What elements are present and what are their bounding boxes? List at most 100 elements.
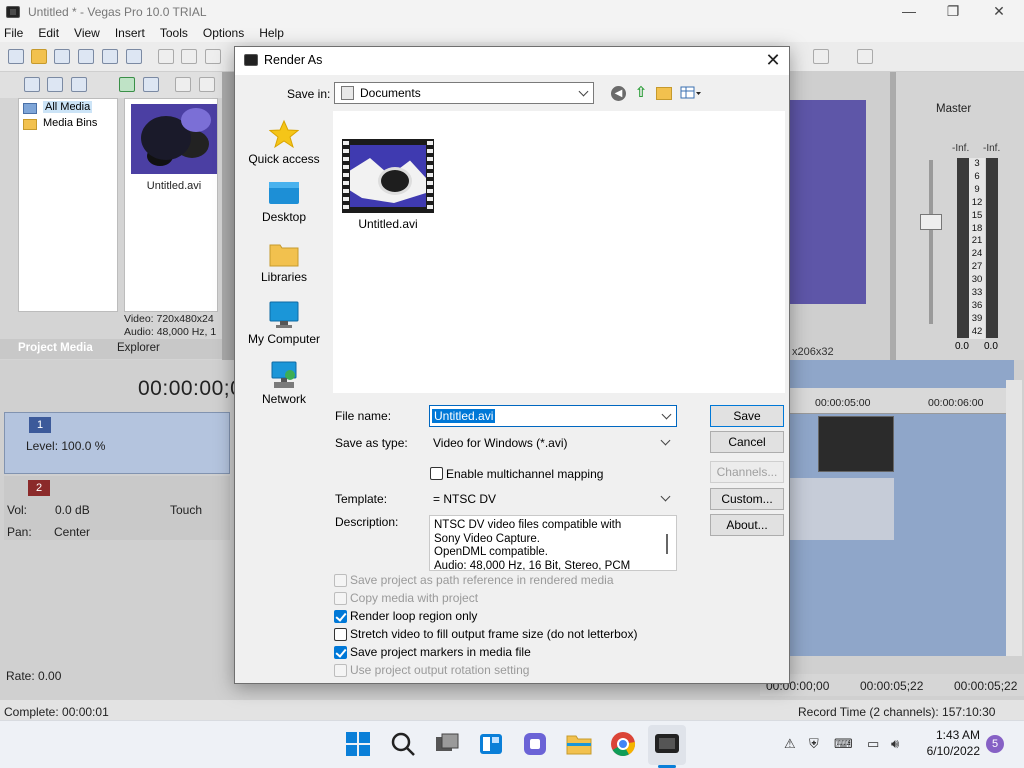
- custom-button[interactable]: Custom...: [710, 488, 784, 510]
- vegas-taskbar-icon[interactable]: [654, 731, 680, 757]
- cancel-button[interactable]: Cancel: [710, 431, 784, 453]
- save-as-type-dropdown[interactable]: Video for Windows (*.avi): [429, 432, 677, 454]
- audio-clip[interactable]: [790, 478, 894, 540]
- copy-icon[interactable]: [181, 49, 197, 64]
- maximize-button[interactable]: ❐: [930, 0, 976, 24]
- paste-icon[interactable]: [205, 49, 221, 64]
- file-name-value: Untitled.avi: [432, 409, 496, 423]
- menu-help[interactable]: Help: [259, 26, 284, 40]
- timeline-empty-area: [790, 540, 1014, 656]
- clock-date[interactable]: 6/10/2022: [916, 744, 980, 758]
- file-name-input[interactable]: Untitled.avi: [429, 405, 677, 427]
- documents-icon: [341, 86, 354, 100]
- volume-icon[interactable]: 🔊︎: [891, 736, 899, 752]
- description-box[interactable]: NTSC DV video files compatible with Sony…: [429, 515, 677, 571]
- teams-chat-icon[interactable]: [522, 731, 548, 757]
- place-libraries[interactable]: Libraries: [241, 241, 327, 284]
- place-quick-access[interactable]: Quick access: [241, 119, 327, 166]
- close-window-button[interactable]: ✕: [976, 0, 1022, 24]
- new-project-icon[interactable]: [8, 49, 24, 64]
- keyboard-icon[interactable]: ⌨: [834, 736, 853, 752]
- save-as-type-label: Save as type:: [335, 436, 408, 450]
- security-icon[interactable]: ⛨: [809, 736, 819, 752]
- copy-snapshot-icon[interactable]: [857, 49, 873, 64]
- menu-edit[interactable]: Edit: [38, 26, 59, 40]
- master-fader[interactable]: [920, 214, 942, 230]
- grid-icon[interactable]: [813, 49, 829, 64]
- clock-time[interactable]: 1:43 AM: [930, 728, 980, 742]
- widgets-icon[interactable]: [478, 731, 504, 757]
- remove-media-icon[interactable]: [175, 77, 191, 92]
- multichannel-checkbox[interactable]: [430, 467, 443, 480]
- get-media-icon[interactable]: [71, 77, 87, 92]
- render-option-label: Save project markers in media file: [350, 645, 531, 659]
- tab-explorer[interactable]: Explorer: [117, 342, 160, 354]
- template-dropdown[interactable]: = NTSC DV: [429, 488, 677, 510]
- search-icon[interactable]: [390, 731, 416, 757]
- media-tree: All Media Media Bins: [18, 98, 118, 312]
- master-value-right: 0.0: [984, 341, 998, 352]
- new-folder-icon[interactable]: [656, 87, 672, 100]
- video-clip[interactable]: [818, 416, 894, 472]
- chevron-down-icon[interactable]: [661, 409, 672, 420]
- render-option-checkbox[interactable]: [334, 574, 347, 587]
- render-icon[interactable]: [102, 49, 118, 64]
- task-view-icon[interactable]: [434, 731, 460, 757]
- tree-all-media[interactable]: All Media: [43, 101, 93, 113]
- computer-icon: [269, 301, 299, 328]
- tree-media-bins[interactable]: Media Bins: [43, 117, 97, 129]
- file-item-thumbnail[interactable]: [342, 139, 434, 213]
- up-folder-icon[interactable]: ⇧: [633, 85, 649, 101]
- place-network[interactable]: Network: [241, 361, 327, 406]
- minimize-button[interactable]: —: [886, 0, 932, 24]
- notification-badge[interactable]: 5: [986, 735, 1004, 753]
- dialog-close-button[interactable]: ✕: [761, 49, 785, 73]
- windows-start-icon[interactable]: [345, 731, 371, 757]
- capture-icon[interactable]: [47, 77, 63, 92]
- about-button[interactable]: About...: [710, 514, 784, 536]
- render-option-checkbox[interactable]: [334, 664, 347, 677]
- menu-view[interactable]: View: [74, 26, 100, 40]
- menu-file[interactable]: File: [4, 26, 23, 40]
- chrome-icon[interactable]: [610, 731, 636, 757]
- meter-tick: 27: [971, 261, 983, 273]
- open-icon[interactable]: [31, 49, 47, 64]
- pan-label: Pan:: [7, 525, 32, 539]
- file-item-name[interactable]: Untitled.avi: [333, 217, 443, 231]
- save-icon[interactable]: [54, 49, 70, 64]
- properties-icon[interactable]: [126, 49, 142, 64]
- menu-tools[interactable]: Tools: [160, 26, 188, 40]
- back-icon[interactable]: ◀: [611, 86, 626, 101]
- automation-mode[interactable]: Touch: [170, 503, 202, 517]
- search-media-icon[interactable]: [143, 77, 159, 92]
- channels-button[interactable]: Channels...: [710, 461, 784, 483]
- views-icon[interactable]: [199, 77, 215, 92]
- media-thumbnail[interactable]: [131, 104, 217, 174]
- view-menu-icon[interactable]: [680, 86, 702, 101]
- place-label: Quick access: [248, 152, 320, 166]
- tab-project-media[interactable]: Project Media: [18, 342, 93, 354]
- cut-icon[interactable]: [158, 49, 174, 64]
- save-button[interactable]: Save: [710, 405, 784, 427]
- timeline-scrollbar[interactable]: [1006, 380, 1022, 656]
- menu-insert[interactable]: Insert: [115, 26, 145, 40]
- save-as-icon[interactable]: [78, 49, 94, 64]
- place-desktop[interactable]: Desktop: [241, 181, 327, 224]
- description-scrollbar[interactable]: [666, 534, 668, 554]
- render-option-label: Use project output rotation setting: [350, 663, 530, 677]
- save-in-dropdown[interactable]: Documents: [334, 82, 594, 104]
- render-option-checkbox[interactable]: [334, 610, 347, 623]
- place-my-computer[interactable]: My Computer: [241, 301, 327, 346]
- desktop-icon: [269, 182, 299, 204]
- render-option-checkbox[interactable]: [334, 628, 347, 641]
- file-list: Untitled.avi: [333, 111, 785, 393]
- display-icon[interactable]: ▭: [867, 736, 879, 752]
- render-option-checkbox[interactable]: [334, 592, 347, 605]
- import-media-icon[interactable]: [24, 77, 40, 92]
- meter-tick: 30: [971, 274, 983, 286]
- file-explorer-icon[interactable]: [566, 731, 592, 757]
- render-option-checkbox[interactable]: [334, 646, 347, 659]
- menu-options[interactable]: Options: [203, 26, 244, 40]
- media-fx-icon[interactable]: [119, 77, 135, 92]
- network-status-icon[interactable]: ⚠: [784, 736, 796, 752]
